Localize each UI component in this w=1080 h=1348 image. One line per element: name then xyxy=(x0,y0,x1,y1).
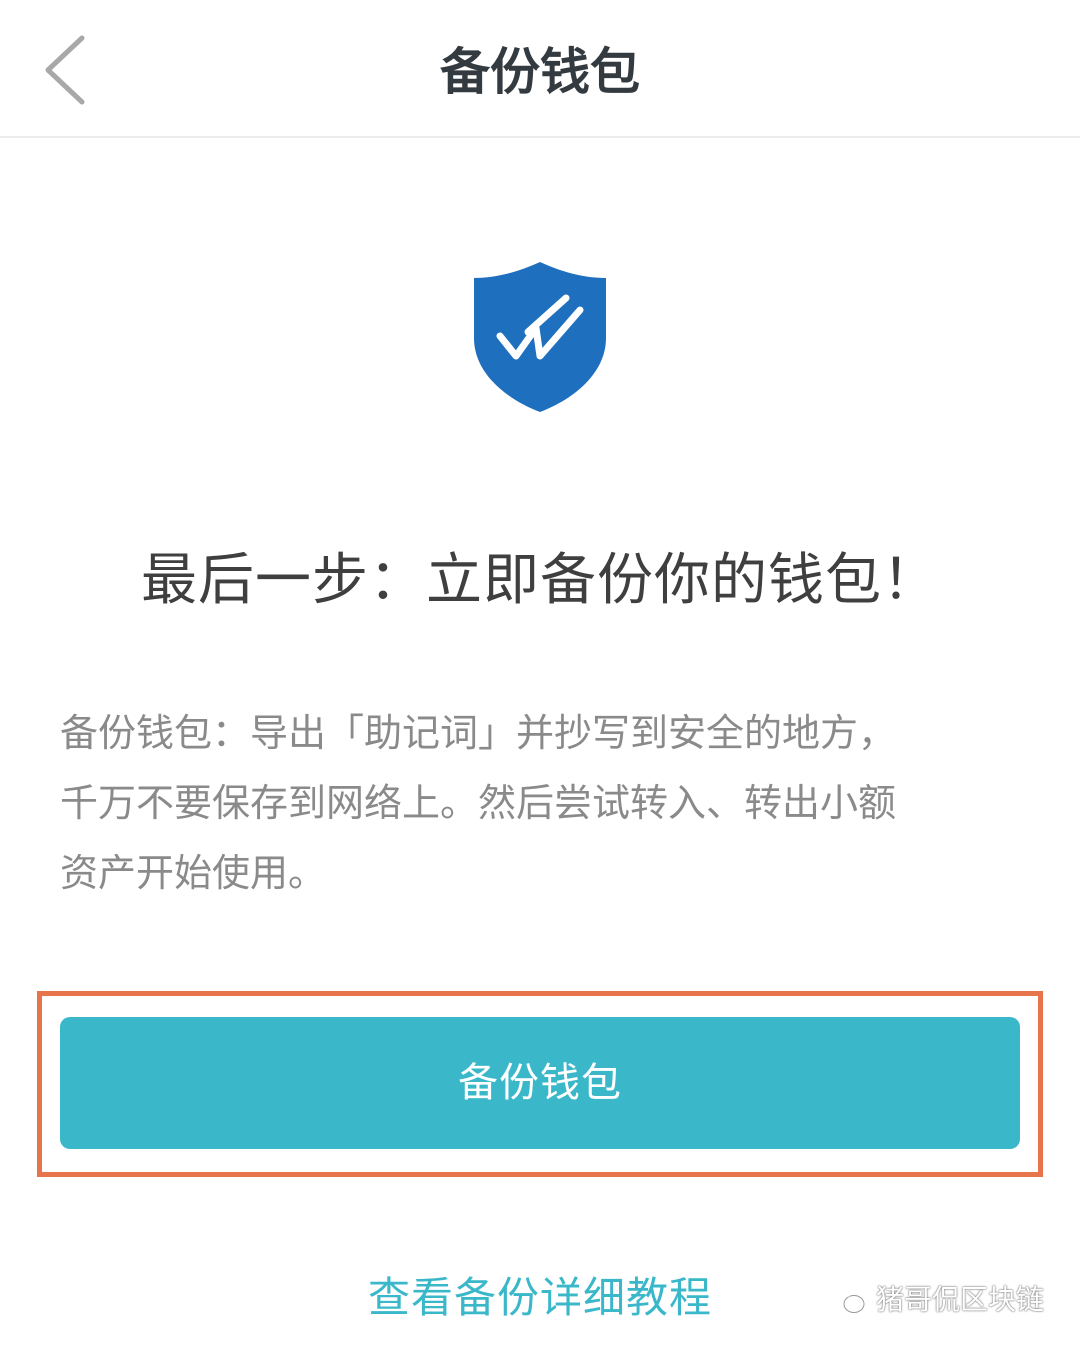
watermark-text: 猪哥侃区块链 xyxy=(875,1283,1044,1316)
header-bar: 备份钱包 xyxy=(0,0,1080,138)
page-title: 备份钱包 xyxy=(440,43,640,101)
backup-wallet-button[interactable]: 备份钱包 xyxy=(60,1017,1020,1149)
description-line: 资产开始使用。 xyxy=(60,851,327,895)
description-line: 千万不要保存到网络上。然后尝试转入、转出小额 xyxy=(60,781,897,825)
wechat-icon xyxy=(829,1284,865,1313)
description-line: 备份钱包：导出「助记词」并抄写到安全的地方， xyxy=(60,711,897,755)
watermark: 猪哥侃区块链 xyxy=(828,1280,1044,1320)
backup-description: 备份钱包：导出「助记词」并抄写到安全的地方， 千万不要保存到网络上。然后尝试转入… xyxy=(60,698,1020,908)
headline: 最后一步：立即备份你的钱包！ xyxy=(141,548,939,613)
shield-check-icon xyxy=(470,258,610,416)
